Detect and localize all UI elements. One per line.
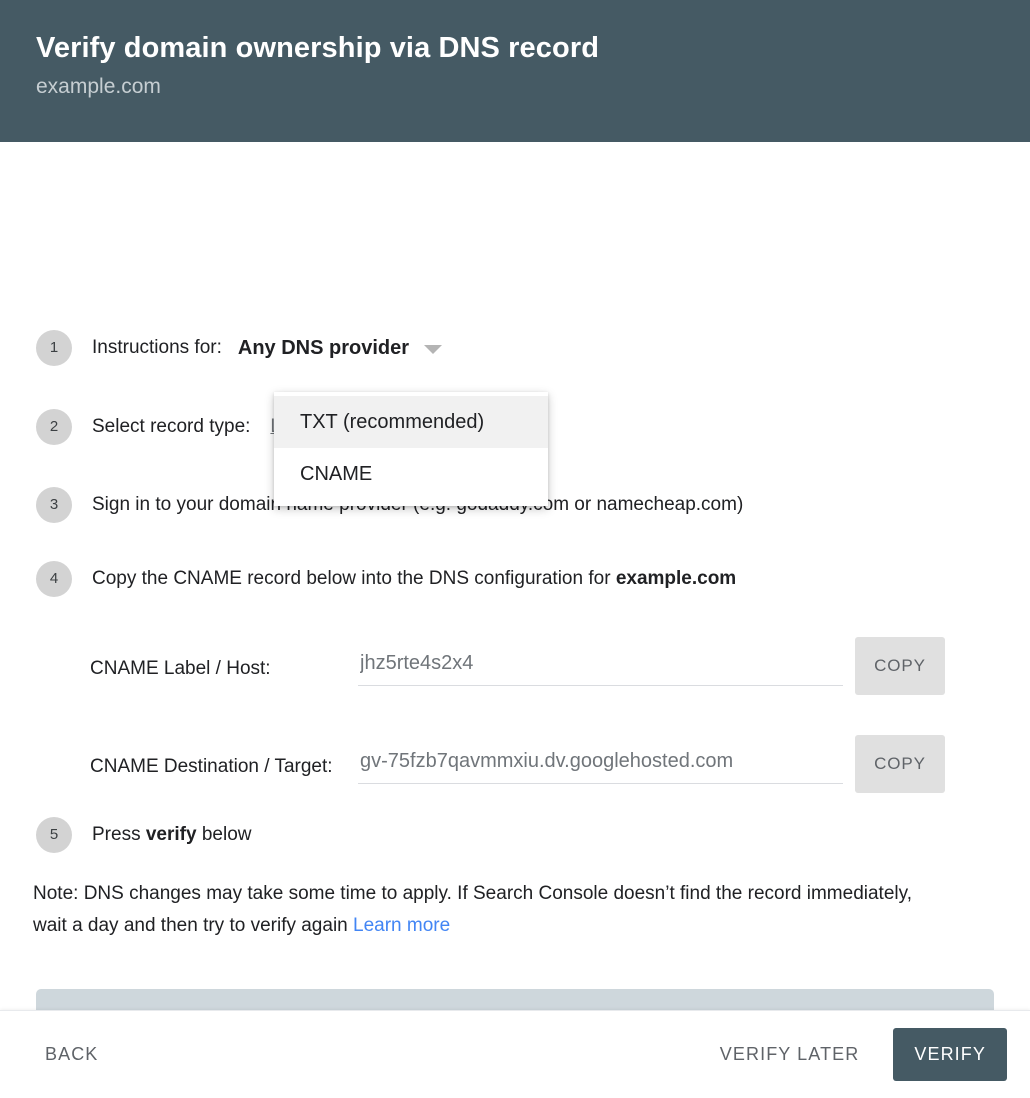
record-type-dropdown-menu: TXT (recommended) CNAME (274, 392, 548, 506)
cname-destination-label: CNAME Destination / Target: (90, 756, 333, 777)
step-5-verify-word: verify (145, 824, 197, 845)
dropdown-option-cname[interactable]: CNAME (274, 448, 548, 500)
verify-button[interactable]: VERIFY (893, 1028, 1007, 1081)
step-number-4: 4 (36, 561, 72, 597)
step-number-3: 3 (36, 487, 72, 523)
cname-destination-input[interactable] (358, 742, 843, 784)
step-4-label: Copy the CNAME record below into the DNS… (92, 561, 736, 597)
page-title: Verify domain ownership via DNS record (36, 32, 600, 64)
step-4-text: Copy the CNAME record below into the DNS… (92, 568, 616, 589)
domain-subtitle: example.com (36, 75, 161, 98)
dialog-footer: BACK VERIFY LATER VERIFY (0, 1010, 1030, 1098)
cname-host-input-wrap (358, 634, 843, 686)
copy-destination-button[interactable]: COPY (855, 735, 945, 793)
step-1-row: 1 Instructions for: Any DNS provider (36, 330, 443, 366)
dns-provider-value: Any DNS provider (237, 337, 410, 359)
dropdown-option-txt[interactable]: TXT (recommended) (274, 396, 548, 448)
step-5-row: 5 Press verify below (36, 817, 251, 853)
back-button[interactable]: BACK (23, 1030, 120, 1079)
cname-host-row: CNAME Label / Host: COPY (90, 634, 996, 695)
dns-note-learn-more-link[interactable]: Learn more (353, 915, 450, 936)
cname-host-label: CNAME Label / Host: (90, 658, 271, 679)
dialog-header: Verify domain ownership via DNS record e… (0, 0, 1030, 142)
record-fields: CNAME Label / Host: COPY CNAME Destinati… (90, 634, 996, 830)
step-5-label: Press verify below (92, 817, 251, 853)
cname-destination-input-wrap (358, 732, 843, 784)
step-1-label: Instructions for: (92, 337, 222, 358)
step-number-5: 5 (36, 817, 72, 853)
dns-provider-select[interactable]: Any DNS provider (237, 335, 443, 361)
cname-host-input[interactable] (358, 644, 843, 686)
step-number-1: 1 (36, 330, 72, 366)
chevron-down-icon (424, 345, 443, 354)
step-number-2: 2 (36, 409, 72, 445)
verify-domain-dialog: Verify domain ownership via DNS record e… (0, 0, 1030, 1098)
step-5-text-before: Press (92, 824, 146, 845)
step-2-label: Select record type: (92, 416, 251, 437)
dialog-body: 1 Instructions for: Any DNS provider 2 S… (0, 142, 1030, 1098)
step-5-text-after: below (196, 824, 252, 845)
dns-note-text: Note: DNS changes may take some time to … (33, 883, 912, 936)
verify-later-button[interactable]: VERIFY LATER (698, 1030, 882, 1079)
cname-destination-row: CNAME Destination / Target: COPY (90, 732, 996, 793)
dns-note: Note: DNS changes may take some time to … (33, 878, 943, 942)
step-4-domain: example.com (615, 568, 737, 589)
step-4-row: 4 Copy the CNAME record below into the D… (36, 561, 736, 597)
copy-host-button[interactable]: COPY (855, 637, 945, 695)
